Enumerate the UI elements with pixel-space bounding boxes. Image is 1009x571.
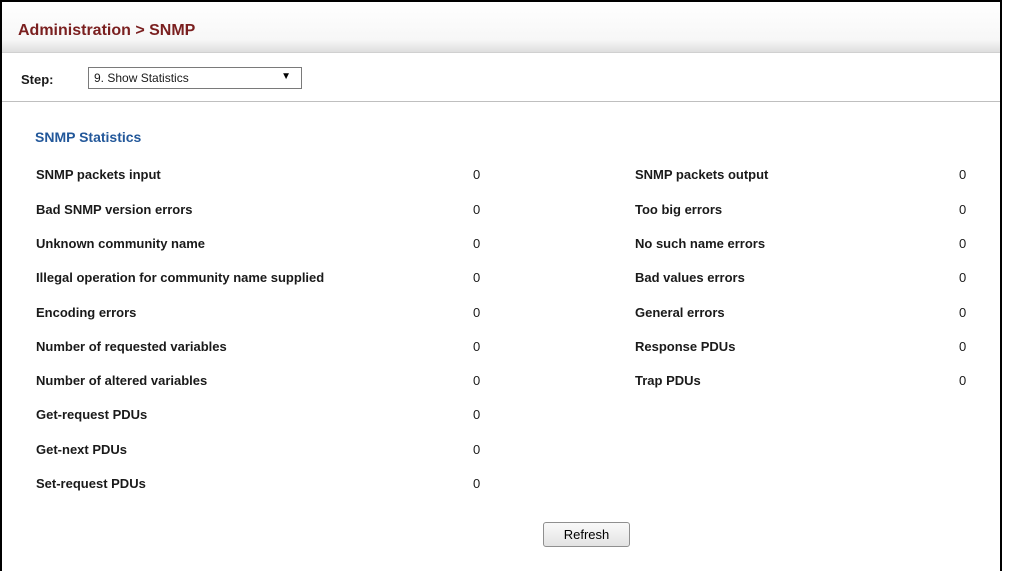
stat-label: Number of altered variables [36, 373, 208, 388]
step-label: Step: [21, 72, 54, 87]
stat-value: 0 [473, 305, 481, 320]
stat-row: Set-request PDUs 0 [36, 476, 486, 496]
stat-row: No such name errors 0 [635, 236, 975, 256]
stat-label: Number of requested variables [36, 339, 227, 354]
stat-label: Bad values errors [635, 270, 745, 285]
stat-label: Get-next PDUs [36, 442, 128, 457]
title-bar: Administration > SNMP [2, 2, 1000, 53]
stat-value: 0 [473, 373, 481, 388]
stat-value: 0 [473, 407, 481, 422]
stat-value: 0 [959, 373, 967, 388]
stat-row: Response PDUs 0 [635, 339, 975, 359]
stat-row: Bad SNMP version errors 0 [36, 202, 486, 222]
stat-label: SNMP packets input [36, 167, 161, 182]
stat-label: No such name errors [635, 236, 766, 251]
stat-value: 0 [473, 442, 481, 457]
stat-label: Unknown community name [36, 236, 206, 251]
section-title: SNMP Statistics [35, 129, 142, 145]
stat-row: Unknown community name 0 [36, 236, 486, 256]
chevron-down-icon: ▼ [281, 71, 291, 82]
stat-label: Set-request PDUs [36, 476, 146, 491]
refresh-button[interactable]: Refresh [543, 522, 630, 547]
stat-label: Trap PDUs [635, 373, 701, 388]
stat-label: Too big errors [635, 202, 723, 217]
stat-value: 0 [959, 305, 967, 320]
stat-row: SNMP packets output 0 [635, 167, 975, 187]
stat-value: 0 [473, 167, 481, 182]
stat-label: Get-request PDUs [36, 407, 148, 422]
stat-value: 0 [959, 167, 967, 182]
stat-row: Number of altered variables 0 [36, 373, 486, 393]
stat-value: 0 [473, 476, 481, 491]
page-title: Administration > SNMP [18, 22, 196, 39]
stat-row: Too big errors 0 [635, 202, 975, 222]
stat-label: SNMP packets output [635, 167, 769, 182]
stat-label: Encoding errors [36, 305, 137, 320]
stat-row: Illegal operation for community name sup… [36, 270, 486, 290]
stat-value: 0 [959, 236, 967, 251]
page-frame: Administration > SNMP Step: 9. Show Stat… [0, 0, 1002, 571]
step-select-value: 9. Show Statistics [94, 71, 189, 85]
stat-value: 0 [473, 270, 481, 285]
stat-value: 0 [473, 339, 481, 354]
stat-row: Get-next PDUs 0 [36, 442, 486, 462]
step-row: Step: 9. Show Statistics ▼ [2, 53, 1000, 102]
step-select[interactable]: 9. Show Statistics ▼ [88, 67, 302, 89]
stat-value: 0 [473, 202, 481, 217]
stat-label: Bad SNMP version errors [36, 202, 193, 217]
stat-value: 0 [959, 339, 967, 354]
stat-label: Response PDUs [635, 339, 736, 354]
stat-row: SNMP packets input 0 [36, 167, 486, 187]
stat-label: Illegal operation for community name sup… [36, 270, 325, 285]
stat-row: Get-request PDUs 0 [36, 407, 486, 427]
stat-label: General errors [635, 305, 725, 320]
stat-value: 0 [959, 270, 967, 285]
stat-row: Encoding errors 0 [36, 305, 486, 325]
stat-row: Number of requested variables 0 [36, 339, 486, 359]
stat-value: 0 [473, 236, 481, 251]
stat-row: Bad values errors 0 [635, 270, 975, 290]
stat-row: General errors 0 [635, 305, 975, 325]
stat-value: 0 [959, 202, 967, 217]
stat-row: Trap PDUs 0 [635, 373, 975, 393]
